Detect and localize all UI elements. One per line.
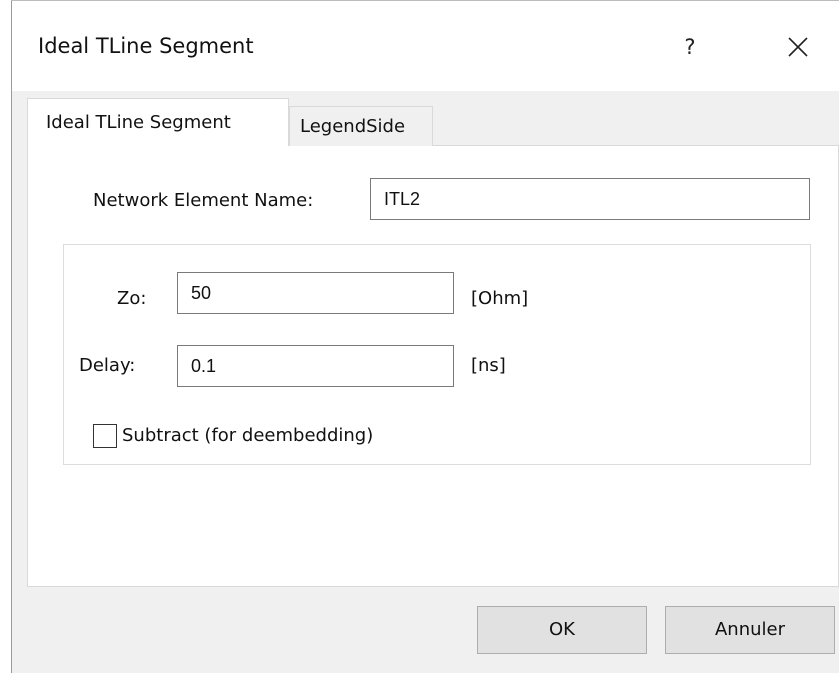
window-border-left [11, 0, 12, 673]
tab-label: Ideal TLine Segment [46, 112, 231, 133]
zo-unit-label: [Ohm] [471, 288, 529, 309]
close-button[interactable] [778, 27, 818, 67]
subtract-label[interactable]: Subtract (for deembedding) [122, 425, 373, 446]
tab-label: LegendSide [300, 116, 406, 137]
tab-ideal-tline-segment[interactable]: Ideal TLine Segment [27, 98, 289, 146]
dialog-window: Ideal TLine Segment ? Ideal TLine Segmen… [0, 0, 839, 673]
help-button[interactable]: ? [670, 27, 710, 67]
zo-input[interactable] [177, 272, 454, 314]
network-element-name-label: Network Element Name: [93, 190, 314, 211]
background-edge [0, 0, 11, 673]
close-icon [788, 37, 808, 57]
title-bar: Ideal TLine Segment ? [12, 1, 839, 91]
delay-input[interactable] [177, 345, 454, 387]
network-element-name-input[interactable] [370, 178, 810, 220]
ok-button[interactable]: OK [477, 606, 647, 654]
subtract-checkbox[interactable] [93, 424, 117, 448]
delay-unit-label: [ns] [471, 355, 506, 376]
zo-label: Zo: [117, 288, 147, 309]
delay-label: Delay: [79, 355, 136, 376]
window-title: Ideal TLine Segment [38, 34, 254, 58]
cancel-button[interactable]: Annuler [665, 606, 835, 654]
tab-legendside[interactable]: LegendSide [289, 106, 433, 146]
